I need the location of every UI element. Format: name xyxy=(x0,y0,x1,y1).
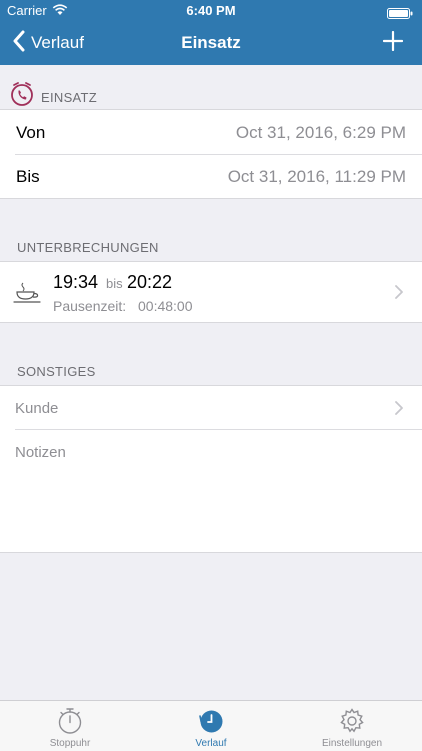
break-end-time: 20:22 xyxy=(127,272,173,292)
pause-value: 00:48:00 xyxy=(138,298,193,314)
von-label: Von xyxy=(16,123,46,142)
bis-row[interactable]: Bis Oct 31, 2016, 11:29 PM xyxy=(0,155,422,198)
von-value: Oct 31, 2016, 6:29 PM xyxy=(235,123,406,142)
pause-label: Pausenzeit: xyxy=(53,298,127,314)
stopwatch-icon xyxy=(56,707,84,740)
coffee-cup-icon xyxy=(13,282,43,309)
phone-clock-icon xyxy=(10,81,34,110)
gear-icon xyxy=(338,707,366,740)
history-clock-icon xyxy=(197,707,225,740)
unterbrechungen-header-label: UNTERBRECHUNGEN xyxy=(17,240,159,255)
unterbrechungen-group: 19:34 bis 20:22 Pausenzeit: 00:48:00 xyxy=(0,261,422,323)
break-start-time: 19:34 xyxy=(53,272,99,292)
tab-stoppuhr-label: Stoppuhr xyxy=(49,738,91,749)
bis-value: Oct 31, 2016, 11:29 PM xyxy=(227,167,406,186)
kunde-row[interactable]: Kunde xyxy=(0,386,422,430)
tab-stoppuhr[interactable]: Stoppuhr xyxy=(0,701,140,751)
tab-bar: Stoppuhr Verlauf Einstellungen xyxy=(0,700,422,751)
tab-einstellungen[interactable]: Einstellungen xyxy=(282,701,422,751)
kunde-field: Kunde xyxy=(15,400,59,417)
einsatz-header-label: EINSATZ xyxy=(41,90,98,105)
tab-verlauf-label: Verlauf xyxy=(195,738,227,749)
navigation-bar: Carrier 6:40 PM Verlauf Einsatz xyxy=(0,0,422,65)
sonstiges-header-label: SONSTIGES xyxy=(17,364,96,379)
einsatz-group: Von Oct 31, 2016, 6:29 PM Bis Oct 31, 20… xyxy=(0,109,422,199)
notizen-field[interactable]: Notizen xyxy=(0,430,422,552)
tab-einstellungen-label: Einstellungen xyxy=(321,738,383,749)
von-row[interactable]: Von Oct 31, 2016, 6:29 PM xyxy=(0,110,422,155)
break-row[interactable]: 19:34 bis 20:22 Pausenzeit: 00:48:00 xyxy=(0,262,422,322)
einsatz-section-header: EINSATZ xyxy=(0,81,422,109)
page-title: Einsatz xyxy=(181,33,241,52)
plus-icon xyxy=(382,30,404,55)
battery-icon xyxy=(387,6,413,24)
status-time: 6:40 PM xyxy=(186,3,236,18)
break-bis-label: bis xyxy=(106,276,123,291)
sonstiges-group: Kunde Notizen xyxy=(0,385,422,553)
notizen-placeholder: Notizen xyxy=(15,444,66,461)
tab-verlauf[interactable]: Verlauf xyxy=(141,701,281,751)
add-button[interactable] xyxy=(382,30,404,56)
chevron-right-icon xyxy=(395,285,403,304)
chevron-right-icon xyxy=(395,401,403,420)
bis-label: Bis xyxy=(16,167,40,186)
